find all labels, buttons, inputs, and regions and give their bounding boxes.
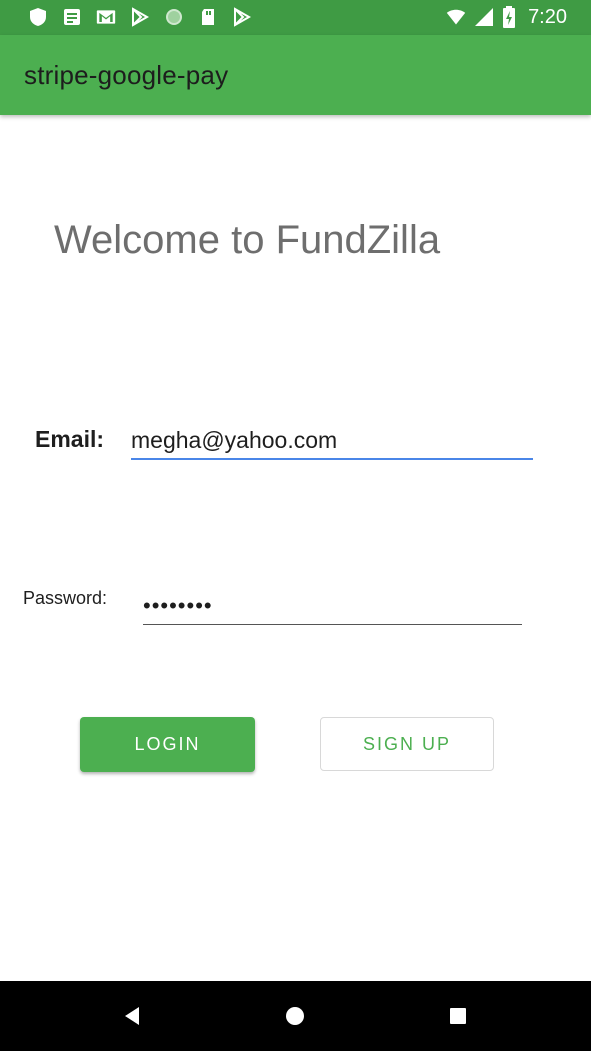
password-label: Password: (23, 588, 108, 608)
wifi-icon (446, 9, 466, 25)
app-bar: stripe-google-pay (0, 35, 591, 115)
email-field[interactable] (131, 422, 533, 460)
home-button[interactable] (260, 981, 330, 1051)
back-button[interactable] (97, 981, 167, 1051)
status-time: 7:20 (528, 6, 567, 28)
email-label: Email: (35, 426, 105, 452)
welcome-heading: Welcome to FundZilla (54, 218, 441, 262)
recents-icon (450, 1008, 466, 1024)
signup-button[interactable]: SIGN UP (320, 717, 494, 771)
cell-signal-icon (475, 8, 494, 26)
login-button[interactable]: LOGIN (80, 717, 255, 772)
play-store-icon (234, 7, 252, 27)
system-icons: 7:20 (446, 6, 567, 28)
sd-card-icon (202, 9, 214, 25)
navigation-bar (0, 981, 591, 1051)
shield-icon (30, 8, 46, 26)
back-icon (125, 1007, 139, 1025)
password-field[interactable] (143, 588, 522, 625)
home-icon (286, 1007, 304, 1025)
notes-icon (64, 9, 80, 25)
status-bar: 7:20 (0, 0, 591, 35)
circle-icon (166, 9, 182, 25)
play-store-icon (132, 7, 150, 27)
battery-charging-icon (503, 6, 516, 28)
recents-button[interactable] (423, 981, 493, 1051)
app-title: stripe-google-pay (24, 60, 229, 90)
gmail-icon (96, 10, 116, 24)
notification-icons (28, 7, 252, 27)
